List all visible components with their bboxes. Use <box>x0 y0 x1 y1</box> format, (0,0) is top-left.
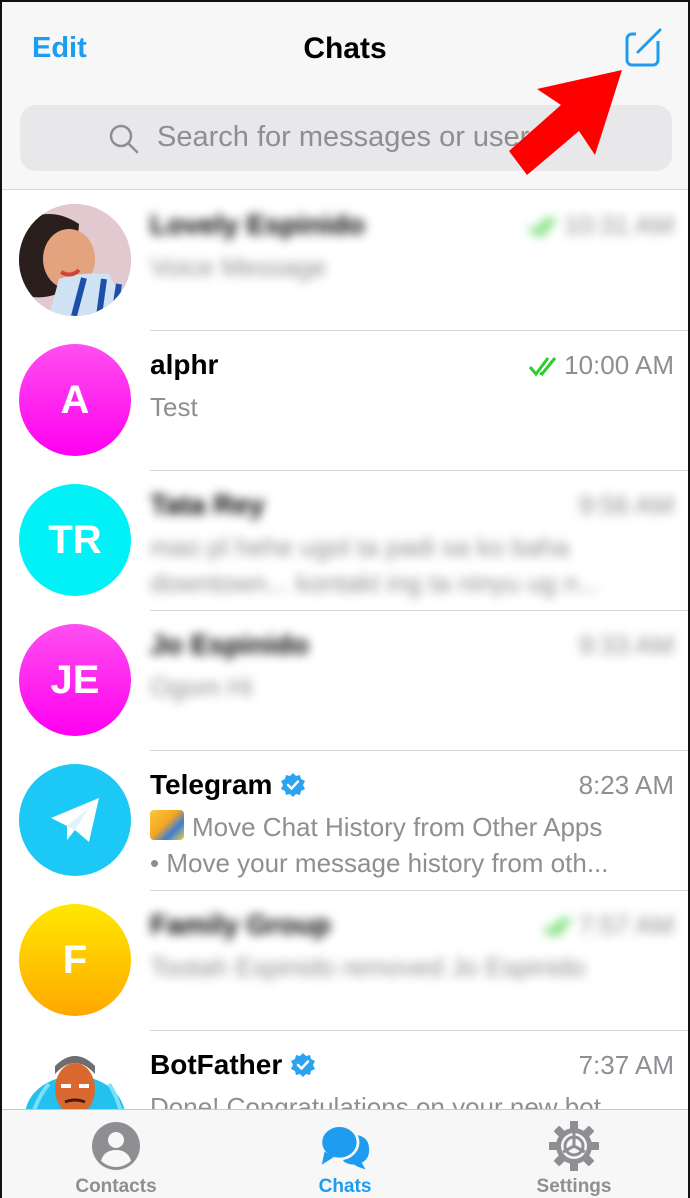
chat-time: 7:37 AM <box>578 1050 674 1080</box>
chat-row[interactable]: JE Jo Espinido 9:33 AM Ogom Hi <box>2 611 688 751</box>
chat-time: 10:31 AM <box>528 210 674 241</box>
chat-list[interactable]: Lovely Espinido 10:31 AM Voice Message A… <box>2 191 688 1109</box>
chat-bubbles-icon <box>319 1124 370 1170</box>
chat-name: BotFather <box>150 1049 316 1081</box>
compose-icon <box>625 28 662 67</box>
avatar: F <box>19 904 131 1016</box>
chat-message: Test <box>150 392 198 422</box>
botfather-avatar <box>25 1056 125 1109</box>
person-icon <box>92 1122 140 1170</box>
chat-message: mao pl hehe ugol ta padi sa ko baha <box>150 532 570 562</box>
sticker-thumbnail-icon <box>150 810 184 840</box>
navigation-header: Edit Chats Search for messages or users <box>2 2 688 190</box>
read-checkmarks-icon <box>543 916 571 936</box>
avatar <box>19 764 131 876</box>
avatar: TR <box>19 484 131 596</box>
red-arrow-annotation <box>509 70 622 175</box>
chat-time: 7:57 AM <box>543 910 674 941</box>
chat-message: Move Chat History from Other Apps <box>150 809 676 845</box>
avatar-photo <box>19 204 131 316</box>
tab-chats[interactable]: Chats <box>231 1110 459 1198</box>
chat-row[interactable]: TR Tata Rey 9:56 AM mao pl hehe ugol ta … <box>2 471 688 611</box>
compose-button[interactable] <box>624 28 664 68</box>
read-checkmarks-icon <box>529 216 557 236</box>
chat-row[interactable]: F Family Group 7:57 AM Tootah Espinido r… <box>2 891 688 1031</box>
chat-name: Telegram <box>150 769 306 801</box>
chat-row[interactable]: Lovely Espinido 10:31 AM Voice Message <box>2 191 688 331</box>
search-input[interactable]: Search for messages or users <box>157 121 544 154</box>
chat-row[interactable]: BotFather 7:37 AM Done! Congratulations … <box>2 1031 688 1109</box>
chat-message-line-2: downtown... kontakt ing ta ninyu ug n... <box>150 568 600 598</box>
chat-message: Ogom Hi <box>150 672 253 702</box>
telegram-logo-icon <box>51 798 99 842</box>
tab-bar: Contacts Chats Settings <box>2 1109 688 1198</box>
chat-message: Tootah Espinido removed Jo Espinido <box>150 952 586 982</box>
avatar: A <box>19 344 131 456</box>
chat-message-line-2: • Move your message history from oth... <box>150 848 609 878</box>
read-checkmarks-icon <box>529 356 557 376</box>
chat-time: 10:00 AM <box>528 350 674 381</box>
tab-settings[interactable]: Settings <box>460 1110 688 1198</box>
avatar <box>19 204 131 316</box>
chat-name: Family Group <box>150 909 331 940</box>
verified-badge-icon <box>291 1053 316 1077</box>
chat-time: 9:33 AM <box>578 630 674 660</box>
gear-icon <box>549 1121 599 1171</box>
chat-name: Tata Rey <box>150 489 265 520</box>
chat-name: Jo Espinido <box>150 629 309 660</box>
avatar: JE <box>19 624 131 736</box>
chat-name: alphr <box>150 349 219 380</box>
chat-time: 8:23 AM <box>578 770 674 800</box>
verified-badge-icon <box>281 773 306 797</box>
chat-name: Lovely Espinido <box>150 209 365 240</box>
chat-message: Voice Message <box>150 252 327 282</box>
chat-row[interactable]: A alphr 10:00 AM Test <box>2 331 688 471</box>
tab-contacts[interactable]: Contacts <box>2 1110 230 1198</box>
avatar <box>19 1044 131 1109</box>
chat-message: Done! Congratulations on your new bot. <box>150 1092 609 1109</box>
search-icon <box>109 124 139 154</box>
page-title: Chats <box>303 32 387 65</box>
chat-time: 9:56 AM <box>578 490 674 520</box>
chat-row[interactable]: Telegram 8:23 AM Move Chat History from … <box>2 751 688 891</box>
